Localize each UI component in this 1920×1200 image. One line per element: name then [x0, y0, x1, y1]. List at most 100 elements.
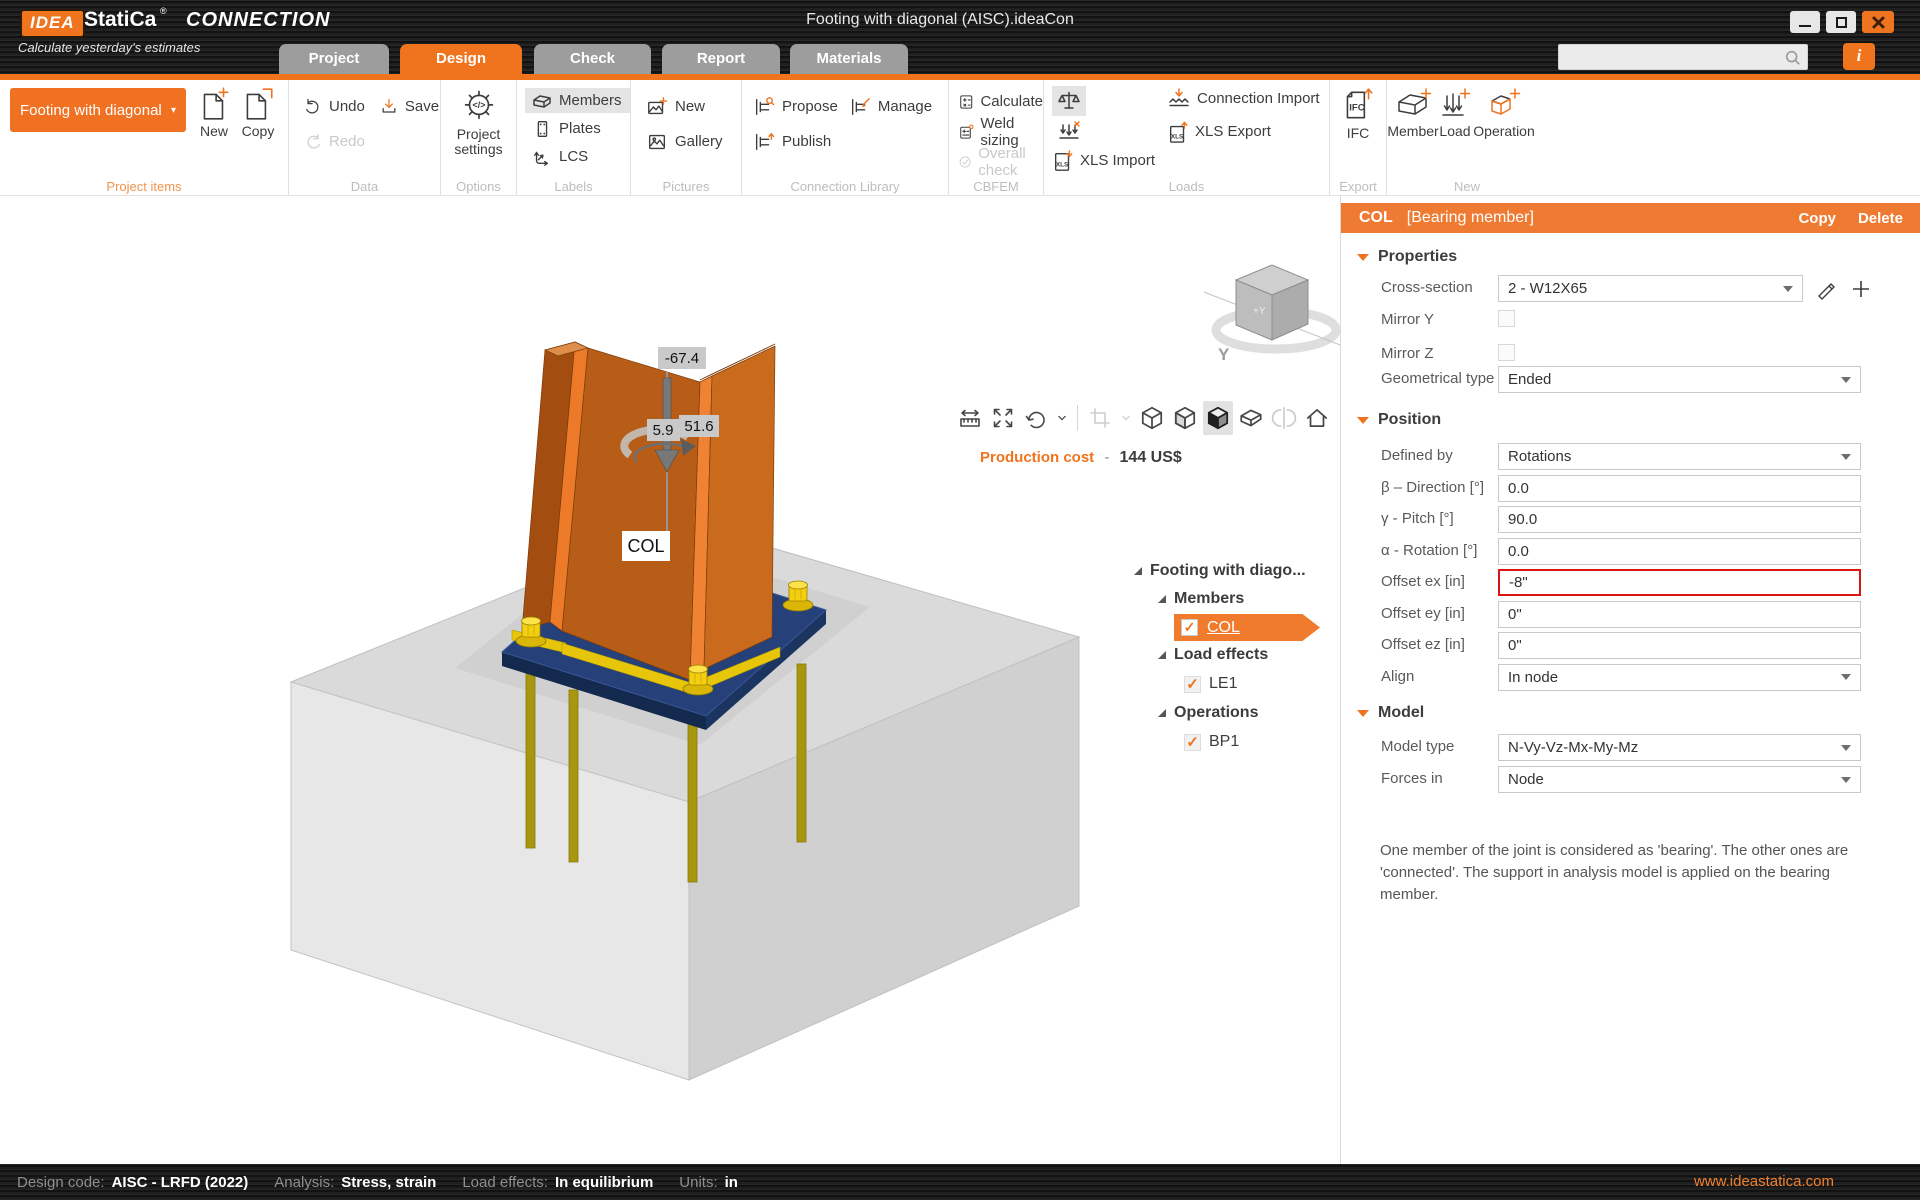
row-forces-in: Forces in Node [1341, 766, 1920, 793]
labels-plates-toggle[interactable]: Plates [525, 116, 630, 141]
library-publish-button[interactable]: Publish [752, 129, 838, 154]
viewport: -67.4 5.9 51.6 COL Production cost - 144… [0, 196, 1354, 1164]
xls-import-button[interactable]: XLS XLS Import [1052, 148, 1155, 173]
geometrical-type-dropdown[interactable]: Ended [1498, 366, 1861, 393]
ribbon-group-project-items: Footing with diagonal ▾ New Copy Project… [0, 80, 289, 196]
zoom-fit-icon[interactable] [988, 401, 1018, 435]
tab-report[interactable]: Report [662, 44, 780, 74]
home-view-icon[interactable] [1302, 401, 1332, 435]
xls-export-button[interactable]: XLS XLS Export [1167, 119, 1320, 144]
design-code-label: Design code: [17, 1173, 105, 1191]
new-project-item-button[interactable]: New [192, 86, 236, 139]
calculate-button[interactable]: Calculate [958, 89, 1043, 114]
defined-by-dropdown[interactable]: Rotations [1498, 443, 1861, 470]
tab-materials[interactable]: Materials [790, 44, 908, 74]
tree-item-bp1[interactable]: ✓ BP1 [1184, 733, 1239, 751]
bp1-checkbox[interactable]: ✓ [1184, 733, 1201, 751]
labels-lcs-toggle[interactable]: LCS [525, 144, 630, 169]
alpha-rotation-input[interactable] [1508, 542, 1851, 560]
section-collapse-icon[interactable] [1357, 253, 1369, 261]
idea-logo: IDEA [20, 9, 85, 38]
mirror-z-checkbox[interactable] [1498, 344, 1515, 361]
solid-view-icon[interactable] [1203, 401, 1233, 435]
section-collapse-icon[interactable] [1357, 709, 1369, 717]
manage-icon [851, 97, 870, 115]
mirror-y-checkbox[interactable] [1498, 310, 1515, 327]
crop-view-icon[interactable] [1085, 401, 1115, 435]
tree-root[interactable]: Footing with diago... [1134, 562, 1306, 580]
3d-viewport-canvas[interactable]: -67.4 5.9 51.6 COL [0, 196, 1339, 1164]
rotate-options-chevron-icon[interactable] [1054, 401, 1070, 435]
measure-icon[interactable] [955, 401, 985, 435]
clipped-view-icon[interactable] [1236, 401, 1266, 435]
weld-sizing-button[interactable]: Weld sizing [958, 115, 1043, 149]
ribbon-group-loads: XLS XLS Import Connection Import XLS XLS… [1044, 80, 1330, 196]
edit-cross-section-icon[interactable] [1815, 278, 1837, 300]
loads-equilibrium-button[interactable] [1052, 86, 1086, 116]
forces-in-dropdown[interactable]: Node [1498, 766, 1861, 793]
transparent-view-icon[interactable] [1170, 401, 1200, 435]
beta-direction-input[interactable] [1508, 479, 1851, 497]
project-item-selector[interactable]: Footing with diagonal ▾ [10, 88, 186, 132]
wireframe-view-icon[interactable] [1137, 401, 1167, 435]
library-manage-button[interactable]: Manage [848, 94, 932, 119]
search-icon[interactable] [1784, 49, 1802, 67]
picture-gallery-button[interactable]: Gallery [645, 129, 741, 154]
crop-options-chevron-icon[interactable] [1118, 401, 1134, 435]
add-cross-section-icon[interactable] [1851, 279, 1871, 299]
loads-unbalanced-button[interactable] [1052, 118, 1086, 146]
tree-group-members[interactable]: Members [1158, 590, 1244, 608]
model-type-dropdown[interactable]: N-Vy-Vz-Mx-My-Mz [1498, 734, 1861, 761]
picture-new-button[interactable]: New [645, 94, 741, 119]
offset-ex-input[interactable] [1509, 574, 1850, 591]
section-position[interactable]: Position [1357, 411, 1441, 429]
tree-item-col[interactable]: ✓ COL [1174, 614, 1320, 641]
connection-import-button[interactable]: Connection Import [1167, 86, 1320, 111]
rotate-view-icon[interactable] [1021, 401, 1051, 435]
website-link[interactable]: www.ideastatica.com [1694, 1173, 1834, 1190]
expander-icon[interactable] [1158, 595, 1166, 603]
gamma-pitch-input[interactable] [1508, 511, 1851, 528]
align-dropdown[interactable]: In node [1498, 663, 1861, 691]
save-button[interactable]: Save [379, 94, 439, 119]
new-operation-button[interactable]: Operation [1473, 86, 1535, 139]
project-settings-button[interactable]: </> Project settings [447, 86, 511, 158]
tree-group-load-effects[interactable]: Load effects [1158, 646, 1268, 664]
expander-icon[interactable] [1158, 709, 1166, 717]
section-model[interactable]: Model [1357, 704, 1424, 722]
close-button[interactable] [1862, 11, 1894, 33]
delete-member-button[interactable]: Delete [1858, 210, 1903, 227]
section-collapse-icon[interactable] [1357, 416, 1369, 424]
search-input[interactable] [1565, 46, 1780, 68]
copy-project-item-button[interactable]: Copy [236, 86, 280, 139]
labels-members-toggle[interactable]: Members [525, 88, 630, 113]
redo-button[interactable]: Redo [303, 129, 440, 154]
expander-icon[interactable] [1158, 651, 1166, 659]
overall-check-button[interactable]: Overall check [958, 145, 1043, 179]
minimize-button[interactable] [1790, 11, 1820, 33]
maximize-button[interactable] [1826, 11, 1856, 33]
le1-checkbox[interactable]: ✓ [1184, 675, 1201, 693]
group-label-cbfem: CBFEM [973, 179, 1019, 194]
mirror-view-icon[interactable] [1269, 401, 1299, 435]
offset-ey-input[interactable] [1508, 605, 1851, 623]
tab-design[interactable]: Design [400, 44, 522, 74]
undo-button[interactable]: Undo [303, 94, 365, 119]
cross-section-dropdown[interactable]: 2 - W12X65 [1498, 275, 1803, 302]
copy-member-button[interactable]: Copy [1798, 210, 1836, 227]
navigation-cube[interactable]: +Y Y [1196, 256, 1356, 366]
tab-check[interactable]: Check [534, 44, 651, 74]
expander-icon[interactable] [1134, 567, 1142, 575]
tree-group-operations[interactable]: Operations [1158, 704, 1258, 722]
offset-ez-input[interactable] [1508, 637, 1851, 654]
new-load-button[interactable]: Load [1435, 86, 1475, 139]
ifc-export-button[interactable]: IFC IFC [1336, 86, 1380, 141]
library-propose-button[interactable]: Propose [752, 94, 838, 119]
section-properties[interactable]: Properties [1357, 248, 1457, 266]
group-label-pictures: Pictures [662, 179, 710, 194]
col-checkbox[interactable]: ✓ [1181, 619, 1198, 636]
tab-project[interactable]: Project [279, 44, 389, 74]
info-button[interactable]: i [1843, 43, 1875, 70]
tree-item-le1[interactable]: ✓ LE1 [1184, 675, 1237, 693]
new-member-button[interactable]: Member [1387, 86, 1439, 139]
